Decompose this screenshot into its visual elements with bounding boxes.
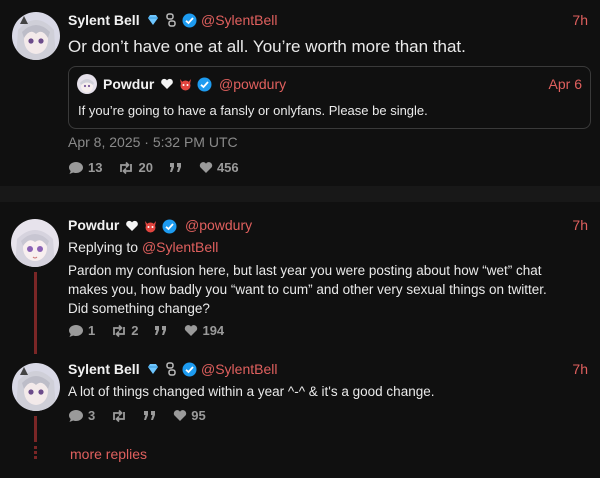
reply-text: Pardon my confusion here, but last year … [68, 263, 547, 316]
author-handle[interactable]: @SylentBell [201, 361, 277, 377]
heart-icon [161, 78, 173, 89]
reply-text: A lot of things changed within a year ^-… [68, 384, 435, 399]
reply-count-value: 1 [88, 323, 96, 338]
reply-count[interactable]: 1 [68, 323, 95, 338]
quote-avatar [77, 74, 97, 94]
reply-count-value: 3 [88, 408, 96, 423]
reply-thread: Powdur @powdury 7h Replying to @SylentBe… [0, 202, 600, 478]
post-timestamp[interactable]: Apr 8, 2025 · 5:32 PM UTC [68, 133, 238, 152]
chain-link-icon [166, 362, 176, 376]
retweet-count[interactable]: 20 [118, 160, 153, 175]
like-count-value: 456 [216, 160, 239, 175]
like-count[interactable]: 194 [184, 323, 224, 338]
post-text: Or don’t have one at all. You’re worth m… [68, 37, 466, 56]
diamond-icon [148, 15, 158, 25]
verified-icon [197, 77, 212, 91]
replying-to-label: Replying to [68, 239, 142, 255]
reply-stats: 1 2 194 [68, 323, 234, 338]
heart-icon [126, 220, 138, 231]
main-post: Sylent Bell @SylentBell 7h Or don’t have… [0, 0, 600, 186]
author-name[interactable]: Sylent Bell [68, 12, 140, 28]
thread-dots [34, 446, 37, 460]
chain-link-icon [166, 13, 176, 27]
reply-count-value: 13 [88, 160, 103, 175]
reply-count[interactable]: 13 [68, 160, 102, 175]
author-badges [146, 361, 197, 377]
author-name[interactable]: Powdur [68, 217, 119, 233]
reply-time[interactable]: 7h [572, 217, 588, 233]
quote-button[interactable] [143, 410, 157, 422]
author-handle[interactable]: @SylentBell [201, 12, 277, 28]
verified-icon [182, 13, 197, 27]
quote-text: If you’re going to have a fansly or only… [78, 103, 428, 118]
heart-icon [199, 162, 213, 173]
replying-to-handle[interactable]: @SylentBell [142, 239, 218, 255]
heart-icon [185, 325, 198, 336]
reply-count[interactable]: 3 [68, 408, 95, 423]
retweet-icon [113, 409, 126, 422]
like-count[interactable]: 456 [199, 160, 239, 175]
post-stats: 13 20 456 [68, 160, 249, 175]
retweet-icon [113, 324, 126, 337]
quote-button[interactable] [154, 325, 168, 337]
avatar[interactable] [12, 363, 60, 411]
thread-line [34, 416, 37, 442]
replying-to: Replying to @SylentBell [68, 238, 218, 257]
quote-author-badges [160, 76, 212, 92]
heart-icon [174, 410, 187, 421]
author-badges [125, 218, 177, 234]
quoted-post[interactable]: Powdur @powdury Apr 6 If you’re going to… [68, 66, 591, 129]
like-count-value: 95 [191, 408, 206, 423]
retweet-count[interactable]: 2 [111, 323, 138, 338]
verified-icon [162, 219, 177, 233]
devil-icon [145, 220, 156, 232]
retweet-count-value: 20 [138, 160, 153, 175]
like-count-value: 194 [202, 323, 225, 338]
quote-icon [144, 410, 156, 420]
quote-button[interactable] [169, 162, 183, 174]
author-badges [146, 12, 197, 28]
avatar[interactable] [11, 219, 59, 267]
avatar[interactable] [12, 12, 60, 60]
more-replies-link[interactable]: more replies [70, 445, 147, 464]
retweet-button[interactable] [111, 409, 127, 423]
comment-icon [69, 409, 83, 422]
quote-icon [169, 162, 181, 172]
post-time[interactable]: 7h [572, 12, 588, 28]
reply-stats: 3 95 [68, 408, 216, 423]
retweet-icon [120, 161, 133, 174]
quote-author-name: Powdur [103, 76, 155, 92]
like-count[interactable]: 95 [173, 408, 206, 423]
diamond-icon [148, 364, 158, 374]
quote-author-handle: @powdury [219, 76, 287, 92]
comment-icon [69, 324, 83, 337]
quote-icon [155, 325, 167, 335]
verified-icon [182, 362, 197, 376]
reply-time[interactable]: 7h [572, 361, 588, 377]
devil-icon [180, 78, 191, 90]
comment-icon [69, 161, 83, 174]
author-handle[interactable]: @powdury [185, 217, 252, 233]
author-name[interactable]: Sylent Bell [68, 361, 140, 377]
retweet-count-value: 2 [131, 323, 139, 338]
quote-date: Apr 6 [548, 76, 582, 92]
thread-line [34, 272, 37, 354]
